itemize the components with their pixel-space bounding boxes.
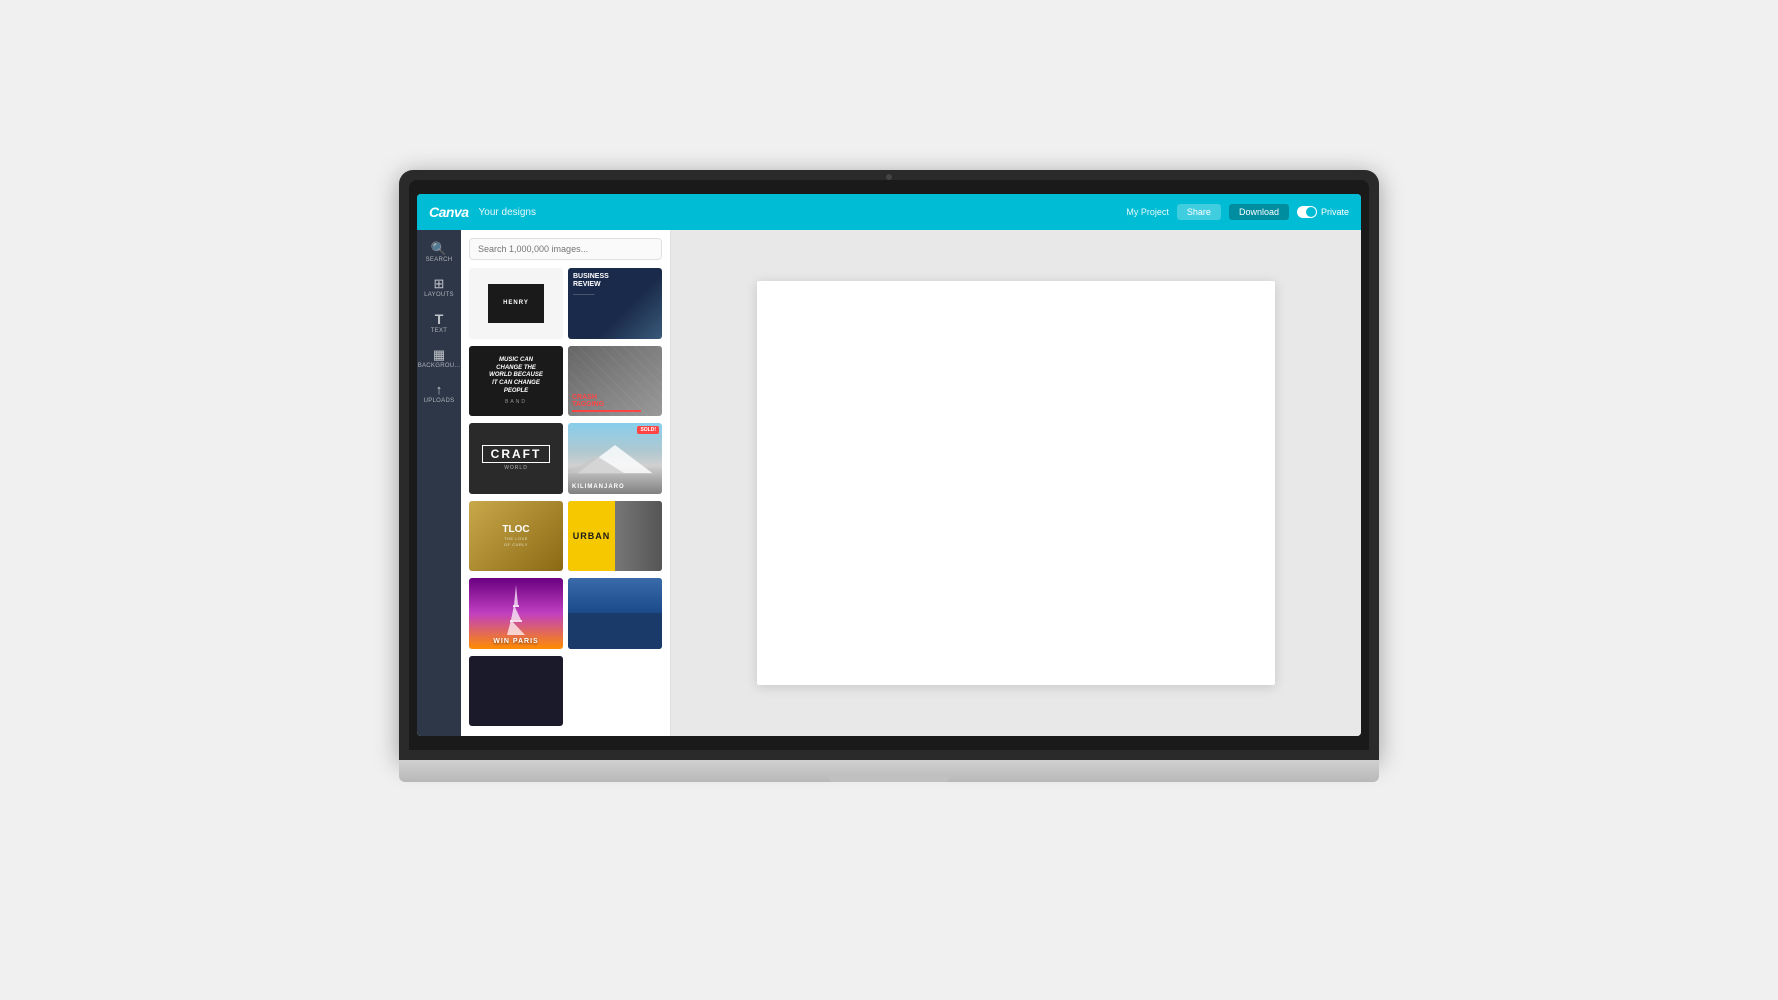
template-paris[interactable]: WIN PARIS: [469, 578, 563, 649]
template-dark[interactable]: [469, 656, 563, 727]
private-toggle[interactable]: Private: [1297, 206, 1349, 218]
app: Canva Your designs My Project Share Down…: [417, 194, 1361, 736]
templates-grid: HENRY BUSINESSREVIEW ──────: [461, 268, 670, 736]
share-button[interactable]: Share: [1177, 204, 1221, 220]
nav-title: Your designs: [479, 207, 536, 218]
layouts-label: LAYOUTS: [424, 292, 454, 298]
search-label: SEARCH: [426, 257, 453, 263]
webcam: [886, 174, 892, 180]
search-input[interactable]: [469, 238, 662, 260]
canvas-page[interactable]: [757, 281, 1275, 686]
template-business[interactable]: BUSINESSREVIEW ──────: [568, 268, 662, 339]
template-mountain[interactable]: SOLD! KILIMANJARO: [568, 423, 662, 494]
screen: Canva Your designs My Project Share Down…: [417, 194, 1361, 736]
project-label: My Project: [1126, 207, 1169, 217]
layouts-icon: ⊞: [434, 277, 445, 290]
background-label: BACKGROU...: [418, 363, 461, 369]
laptop-lid: Canva Your designs My Project Share Down…: [399, 170, 1379, 760]
sidebar-item-search[interactable]: 🔍 SEARCH: [417, 236, 461, 269]
sidebar-item-background[interactable]: ▦ BACKGROU...: [417, 342, 461, 375]
download-button[interactable]: Download: [1229, 204, 1289, 220]
sidebar-item-layouts[interactable]: ⊞ LAYOUTS: [417, 271, 461, 304]
navbar-right: My Project Share Download Private: [1126, 204, 1349, 220]
main-content: 🔍 SEARCH ⊞ LAYOUTS T TEXT: [417, 230, 1361, 736]
search-icon: 🔍: [431, 242, 447, 255]
laptop-container: Canva Your designs My Project Share Down…: [399, 170, 1379, 830]
uploads-icon: ↑: [436, 383, 443, 396]
template-tloc[interactable]: TLOC THE LOVEOF CURLY: [469, 501, 563, 572]
laptop-base: [399, 760, 1379, 782]
text-icon: T: [435, 312, 444, 326]
toggle-switch[interactable]: [1297, 206, 1317, 218]
canvas-area: [671, 230, 1361, 736]
navbar: Canva Your designs My Project Share Down…: [417, 194, 1361, 230]
background-icon: ▦: [433, 348, 445, 361]
search-bar: [461, 230, 670, 268]
template-typography[interactable]: HENRY: [469, 268, 563, 339]
template-blue[interactable]: [568, 578, 662, 649]
templates-panel: HENRY BUSINESSREVIEW ──────: [461, 230, 671, 736]
sidebar: 🔍 SEARCH ⊞ LAYOUTS T TEXT: [417, 230, 461, 736]
screen-bezel: Canva Your designs My Project Share Down…: [409, 180, 1369, 750]
template-architecture[interactable]: CRASHTAGGING: [568, 346, 662, 417]
text-label: TEXT: [431, 328, 448, 334]
template-urban[interactable]: URBAN: [568, 501, 662, 572]
logo: Canva: [429, 204, 469, 220]
uploads-label: UPLOADS: [424, 398, 455, 404]
private-label: Private: [1321, 207, 1349, 217]
template-music[interactable]: MUSIC CANCHANGE THEWORLD BECAUSEIT CAN C…: [469, 346, 563, 417]
sidebar-item-uploads[interactable]: ↑ UPLOADS: [417, 377, 461, 410]
sidebar-item-text[interactable]: T TEXT: [417, 306, 461, 340]
template-craft[interactable]: CRAFT WORLD: [469, 423, 563, 494]
